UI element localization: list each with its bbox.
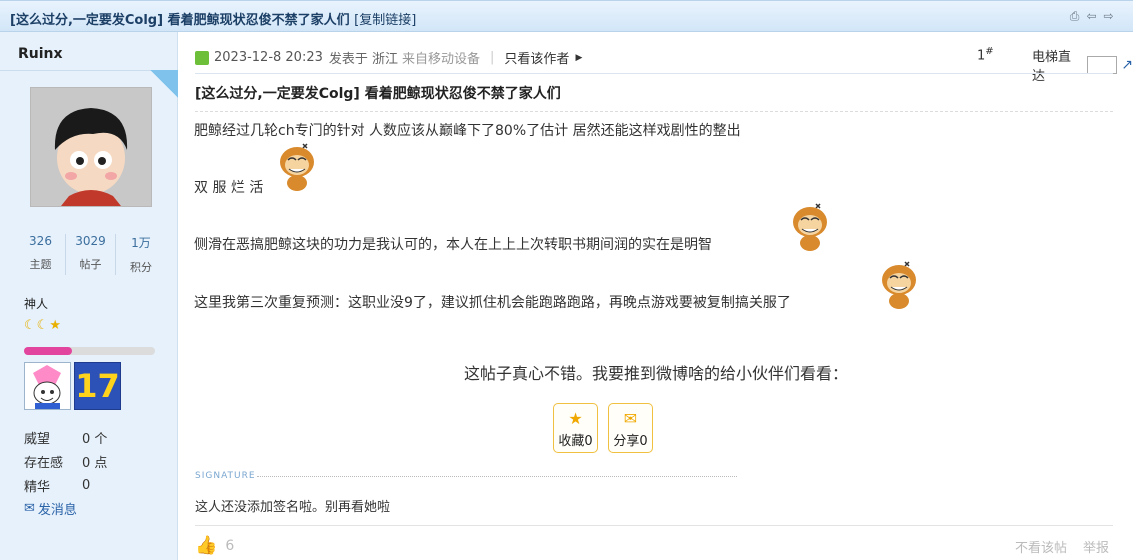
post-date: 2023-12-8 20:23 bbox=[214, 50, 323, 65]
rank-stars: ☾ ☾ ★ bbox=[24, 319, 61, 333]
post-paragraph: 这里我第三次重复预测：这职业没9了，建议抓住机会能跑路跑路，再晚点游戏要被复制搞… bbox=[194, 295, 791, 311]
divider bbox=[195, 525, 1113, 526]
author-sidebar: Ruinx 326 主题 3029 帖子 1万 积分 神人 ☾ ☾ ★ 17 威… bbox=[0, 32, 178, 560]
title-tools: ⎙ ⇦ ⇨ bbox=[1068, 10, 1115, 23]
post-actions: ★ 收藏0 ✉ 分享0 bbox=[553, 403, 653, 453]
only-author-link[interactable]: 只看该作者 bbox=[504, 48, 569, 67]
star-icon: ★ bbox=[49, 318, 61, 333]
thumbs-up-icon: 👍 bbox=[195, 535, 218, 556]
share-button[interactable]: ✉ 分享0 bbox=[608, 403, 653, 453]
prop-key: 精华 bbox=[24, 479, 51, 495]
thread-title: [这么过分,一定要发Colg] 看着肥鲸现状忍俊不禁了家人们 [复制链接] bbox=[10, 9, 416, 28]
share-label: 分享0 bbox=[613, 434, 648, 449]
stat-label: 主题 bbox=[29, 258, 52, 271]
report-link[interactable]: 举报 bbox=[1083, 537, 1109, 556]
floor-number[interactable]: 1# bbox=[977, 46, 994, 63]
mobile-corner-icon bbox=[150, 70, 178, 98]
jump-go-icon[interactable]: ↗ bbox=[1121, 57, 1133, 73]
prop-row: 存在感 0 点 bbox=[24, 449, 107, 473]
signature-text: 这人还没添加签名啦。别再看她啦 bbox=[195, 500, 391, 515]
prop-value: 0 个 bbox=[82, 431, 108, 447]
copy-link[interactable]: [复制链接] bbox=[354, 13, 416, 28]
favorite-label: 收藏0 bbox=[558, 434, 593, 449]
stat-threads[interactable]: 326 主题 bbox=[16, 234, 66, 275]
star-icon: ★ bbox=[568, 409, 583, 428]
stat-points[interactable]: 1万 积分 bbox=[116, 234, 166, 275]
stat-posts[interactable]: 3029 帖子 bbox=[66, 234, 116, 275]
print-icon[interactable]: ⎙ bbox=[1068, 10, 1081, 23]
hide-post-link[interactable]: 不看该帖 bbox=[1015, 537, 1067, 556]
favorite-button[interactable]: ★ 收藏0 bbox=[553, 403, 598, 453]
post-main: 2023-12-8 20:23 发表于 浙江 来自移动设备 | 只看该作者 ▶ … bbox=[179, 32, 1133, 560]
post-status-icon bbox=[195, 50, 209, 65]
medal-17[interactable]: 17 bbox=[74, 362, 121, 410]
stat-value: 1万 bbox=[131, 236, 151, 250]
prop-value: 0 点 bbox=[82, 455, 108, 471]
level-progress-fill bbox=[24, 347, 73, 355]
post-paragraph: 双 服 烂 活 bbox=[194, 180, 264, 196]
monkey-emoji-icon bbox=[793, 203, 827, 251]
prev-thread-icon[interactable]: ⇦ bbox=[1085, 10, 1098, 23]
stat-label: 积分 bbox=[130, 261, 152, 274]
prop-value: 0 bbox=[82, 477, 91, 493]
post-footer-links: 不看该帖 举报 bbox=[1015, 537, 1109, 556]
share-prompt: 这帖子真心不错。我要推到微博啥的给小伙伴们看看： bbox=[463, 364, 848, 383]
next-thread-icon[interactable]: ⇨ bbox=[1102, 10, 1115, 23]
envelope-icon: ✉ bbox=[623, 409, 638, 428]
jump-label: 电梯直达 bbox=[1032, 50, 1072, 84]
send-message-label: 发消息 bbox=[37, 503, 77, 518]
prop-key: 存在感 bbox=[24, 455, 64, 471]
avatar[interactable] bbox=[30, 87, 152, 207]
moon-icon: ☾ bbox=[24, 318, 36, 333]
divider bbox=[195, 111, 1113, 112]
author-name[interactable]: Ruinx bbox=[18, 46, 63, 62]
post-paragraph: 侧滑在恶搞肥鲸这块的功力是我认可的，本人在上上上次转职书期间润的实在是明智 bbox=[194, 237, 712, 253]
author-stats: 326 主题 3029 帖子 1万 积分 bbox=[16, 234, 166, 275]
stat-value: 3029 bbox=[75, 234, 106, 248]
triangle-right-icon: ▶ bbox=[575, 52, 583, 63]
thread-title-text: [这么过分,一定要发Colg] 看着肥鲸现状忍俊不禁了家人们 bbox=[10, 13, 350, 28]
jump-input[interactable] bbox=[1087, 56, 1118, 74]
post-meta: 2023-12-8 20:23 发表于 浙江 来自移动设备 | 只看该作者 ▶ bbox=[195, 48, 582, 67]
monkey-emoji-icon bbox=[280, 143, 314, 191]
prop-row: 精华 0 bbox=[24, 473, 107, 497]
floor-jump: 电梯直达 ↗ bbox=[1032, 46, 1133, 84]
user-group[interactable]: 神人 bbox=[24, 295, 48, 312]
thread-title-bar: [这么过分,一定要发Colg] 看着肥鲸现状忍俊不禁了家人们 [复制链接] ⎙ … bbox=[0, 0, 1133, 32]
prop-key: 威望 bbox=[24, 431, 51, 447]
author-props: 威望 0 个 存在感 0 点 精华 0 bbox=[24, 425, 107, 497]
envelope-icon: ✉ bbox=[24, 501, 35, 516]
moon-icon: ☾ bbox=[36, 318, 49, 333]
like-count: 6 bbox=[225, 537, 235, 554]
signature-heading: SIGNATURE bbox=[195, 471, 256, 481]
medals: 17 bbox=[24, 362, 121, 410]
floor-sup: # bbox=[985, 46, 994, 57]
divider: | bbox=[490, 50, 495, 65]
monkey-emoji-icon bbox=[882, 261, 916, 309]
stat-label: 帖子 bbox=[79, 258, 102, 271]
like-button[interactable]: 👍 6 bbox=[195, 535, 234, 556]
prop-row: 威望 0 个 bbox=[24, 425, 107, 449]
post-source[interactable]: 来自移动设备 bbox=[402, 48, 480, 67]
post-title: [这么过分,一定要发Colg] 看着肥鲸现状忍俊不禁了家人们 bbox=[195, 86, 561, 102]
medal-cartoon[interactable] bbox=[24, 362, 71, 410]
send-message-button[interactable]: ✉ 发消息 bbox=[24, 499, 77, 518]
divider bbox=[257, 476, 737, 477]
post-paragraph: 肥鲸经过几轮ch专门的针对 人数应该从巅峰下了80%了估计 居然还能这样戏剧性的… bbox=[194, 123, 741, 139]
divider bbox=[195, 73, 1113, 74]
post-location: 发表于 浙江 bbox=[328, 52, 399, 67]
level-progress-bar bbox=[24, 347, 155, 355]
stat-value: 326 bbox=[29, 234, 52, 248]
